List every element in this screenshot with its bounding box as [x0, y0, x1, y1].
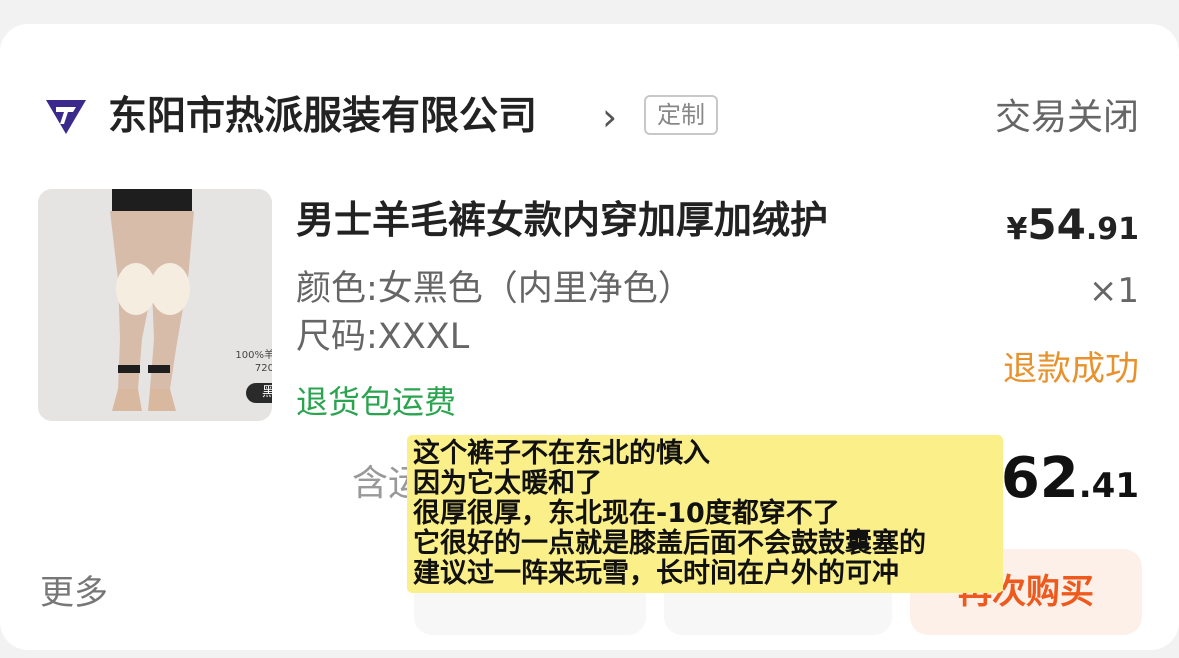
unit-price-decimal: .91: [1085, 212, 1139, 247]
shop-logo-icon[interactable]: [42, 96, 90, 136]
unit-price-integer: 54: [1027, 200, 1086, 249]
overlay-line: 它很好的一点就是膝盖后面不会鼓鼓囊塞的: [413, 528, 926, 559]
thumbnail-caption: 100%羊毛夹层 720平方克: [190, 349, 272, 375]
product-thumbnail[interactable]: 100%羊毛夹层 720平方克 黑色: [38, 189, 272, 421]
total-price-integer: 62: [1000, 446, 1079, 511]
order-status: 交易关闭: [994, 97, 1139, 138]
overlay-line: 因为它太暖和了: [413, 468, 602, 499]
overlay-line: 这个裤子不在东北的慎入: [413, 438, 710, 469]
review-overlay: 这个裤子不在东北的慎入 因为它太暖和了 很厚很厚，东北现在-10度都穿不了 它很…: [407, 435, 1003, 593]
overlay-line: 很厚很厚，东北现在-10度都穿不了: [413, 498, 840, 529]
overlay-line: 建议过一阵来玩雪，长时间在户外的可冲: [413, 558, 899, 589]
shop-name[interactable]: 东阳市热派服装有限公司: [108, 92, 537, 142]
thumbnail-color-pill: 黑色: [246, 383, 272, 403]
chevron-right-icon[interactable]: ›: [602, 94, 617, 140]
quantity: ×1: [1088, 271, 1139, 311]
more-button[interactable]: 更多: [40, 570, 108, 616]
product-title[interactable]: 男士羊毛裤女款内穿加厚加绒护: [296, 194, 828, 246]
spec-color: 颜色:女黑色（内里净色）: [296, 269, 693, 309]
thumbnail-caption-line2: 720平方克: [254, 363, 272, 374]
custom-tag: 定制: [644, 95, 718, 135]
unit-price: ¥54.91: [1007, 200, 1139, 259]
unit-price-currency: ¥: [1006, 212, 1028, 247]
return-shipping-badge: 退货包运费: [296, 383, 457, 421]
total-price-decimal: .41: [1078, 466, 1139, 506]
thumbnail-caption-line1: 100%羊毛夹层: [235, 350, 272, 361]
product-photo-image: [38, 189, 272, 421]
refund-status[interactable]: 退款成功: [1003, 346, 1139, 392]
spec-size: 尺码:XXXL: [296, 317, 470, 357]
